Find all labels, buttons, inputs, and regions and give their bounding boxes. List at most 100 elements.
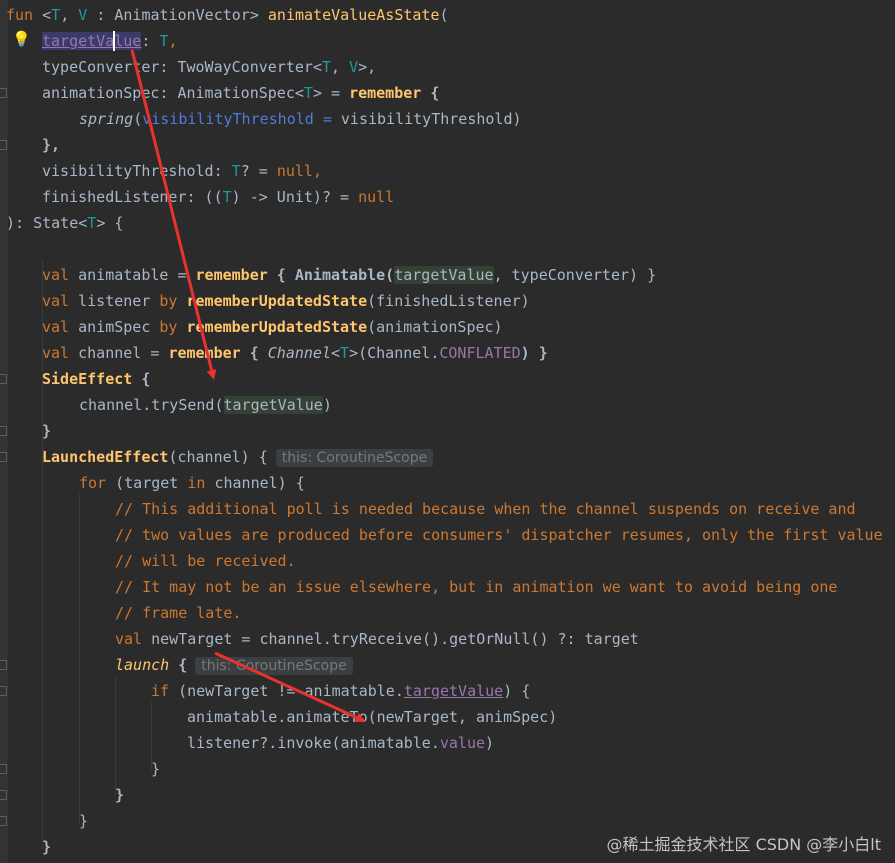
code-line: val animatable = remember { Animatable(t… bbox=[42, 262, 656, 288]
code-token: (animationSpec) bbox=[367, 318, 503, 336]
code-line: ): State<T> { bbox=[6, 210, 123, 236]
indent-guide bbox=[115, 676, 116, 796]
code-token: animationSpec: AnimationSpec< bbox=[42, 84, 304, 102]
code-token: , bbox=[312, 162, 322, 180]
code-line: SideEffect { bbox=[42, 366, 150, 392]
code-token: (target bbox=[106, 474, 188, 492]
code-line: finishedListener: ((T) -> Unit)? = null bbox=[42, 184, 394, 210]
code-token: targetValue bbox=[223, 396, 323, 414]
code-token: listener?.invoke(animatable. bbox=[187, 734, 440, 752]
code-token: by bbox=[159, 318, 178, 336]
code-line: animatable.animateTo(newTarget, animSpec… bbox=[187, 704, 557, 730]
fold-marker[interactable] bbox=[0, 426, 7, 436]
code-token: spring bbox=[79, 110, 134, 128]
code-token: : bbox=[141, 32, 160, 50]
code-token: T bbox=[340, 344, 350, 362]
code-token: null bbox=[358, 188, 395, 206]
code-token: >, bbox=[358, 58, 377, 76]
fold-marker[interactable] bbox=[0, 374, 7, 384]
code-line: spring(visibilityThreshold = visibilityT… bbox=[79, 106, 522, 132]
code-token: (finishedListener) bbox=[367, 292, 530, 310]
code-line: fun <T, V : AnimationVector> animateValu… bbox=[6, 2, 449, 28]
fold-marker[interactable] bbox=[0, 764, 7, 774]
code-line: } bbox=[42, 418, 51, 444]
code-token: LaunchedEffect bbox=[42, 448, 169, 466]
code-line: listener?.invoke(animatable.value) bbox=[187, 730, 494, 756]
code-token: T bbox=[51, 6, 61, 24]
code-token: , typeConverter) } bbox=[493, 266, 657, 284]
code-token: targetValue bbox=[394, 266, 494, 284]
code-editor[interactable]: 💡 fun <T, V : AnimationVector> animateVa… bbox=[0, 0, 895, 863]
indent-guide bbox=[79, 494, 80, 824]
code-token: channel.trySend( bbox=[79, 396, 224, 414]
code-token: < bbox=[331, 344, 341, 362]
code-token: T bbox=[87, 214, 97, 232]
code-token: ) { bbox=[503, 682, 531, 700]
code-token: > { bbox=[96, 214, 124, 232]
code-token: remember bbox=[349, 84, 422, 102]
code-token: { bbox=[169, 656, 188, 674]
inlay-hint: this: CoroutineScope bbox=[195, 657, 353, 675]
fold-marker[interactable] bbox=[0, 88, 7, 98]
code-token: in bbox=[187, 474, 206, 492]
code-token: ) bbox=[485, 734, 495, 752]
code-token: > = bbox=[312, 84, 350, 102]
inlay-hint: this: CoroutineScope bbox=[275, 449, 434, 467]
code-token: T bbox=[303, 84, 313, 102]
code-token: : AnimationVector> bbox=[87, 6, 268, 24]
code-token: < bbox=[42, 6, 52, 24]
code-token: listener bbox=[69, 292, 160, 310]
code-token: T bbox=[222, 188, 232, 206]
code-line: val animSpec by rememberUpdatedState(ani… bbox=[42, 314, 503, 340]
code-line: typeConverter: TwoWayConverter<T, V>, bbox=[42, 54, 376, 80]
code-comment: // This additional poll is needed becaus… bbox=[115, 500, 856, 518]
code-token: targetValue bbox=[403, 682, 504, 700]
code-comment: // will be received. bbox=[115, 552, 296, 570]
code-token: Channel bbox=[267, 344, 331, 362]
lightbulb-icon[interactable]: 💡 bbox=[12, 30, 31, 48]
code-token: remember bbox=[195, 266, 268, 284]
code-token: ) } bbox=[520, 344, 548, 362]
fold-marker[interactable] bbox=[0, 660, 7, 670]
code-comment: // frame late. bbox=[115, 604, 242, 622]
code-token: ( bbox=[133, 110, 143, 128]
code-line: for (target in channel) { bbox=[79, 470, 305, 496]
code-token: val bbox=[115, 630, 143, 648]
code-token: launch bbox=[115, 656, 170, 674]
code-token: , bbox=[60, 6, 79, 24]
fold-marker[interactable] bbox=[0, 816, 7, 826]
code-line: launch { this: CoroutineScope bbox=[115, 652, 353, 678]
code-token: T bbox=[321, 58, 331, 76]
code-line: } bbox=[115, 786, 125, 804]
code-comment: // It may not be an issue elsewhere, but… bbox=[115, 578, 838, 596]
code-token: newTarget = channel.tryReceive().getOrNu… bbox=[142, 630, 639, 648]
code-token: ): State< bbox=[6, 214, 88, 232]
code-token: remember bbox=[168, 344, 241, 362]
code-token: animatable.animateTo(newTarget, animSpec… bbox=[187, 708, 558, 726]
fold-marker[interactable] bbox=[0, 452, 7, 462]
code-token: val bbox=[42, 292, 70, 310]
code-token: if bbox=[151, 682, 170, 700]
fold-marker[interactable] bbox=[0, 140, 7, 150]
code-line: animationSpec: AnimationSpec<T> = rememb… bbox=[42, 80, 439, 106]
code-token: for bbox=[79, 474, 107, 492]
code-token: val bbox=[42, 266, 70, 284]
fold-marker[interactable] bbox=[0, 686, 7, 696]
text-caret bbox=[113, 31, 115, 51]
code-token: rememberUpdatedState bbox=[186, 292, 368, 310]
code-line: visibilityThreshold: T? = null, bbox=[42, 158, 322, 184]
fold-marker[interactable] bbox=[0, 790, 7, 800]
code-token: ) bbox=[322, 396, 332, 414]
code-token: { bbox=[421, 84, 440, 102]
code-line: }, bbox=[42, 132, 60, 158]
code-token: T bbox=[231, 162, 241, 180]
code-token: value bbox=[439, 734, 486, 752]
code-token[interactable]: targetValue bbox=[42, 32, 142, 50]
code-token: channel = bbox=[69, 344, 169, 362]
code-token: visibilityThreshold: bbox=[42, 162, 232, 180]
code-token: animateValueAsState bbox=[267, 6, 440, 24]
watermark: @稀土掘金技术社区 CSDN @李小白lt bbox=[606, 835, 881, 854]
code-token: , bbox=[168, 32, 178, 50]
code-token: (channel) { bbox=[168, 448, 268, 466]
